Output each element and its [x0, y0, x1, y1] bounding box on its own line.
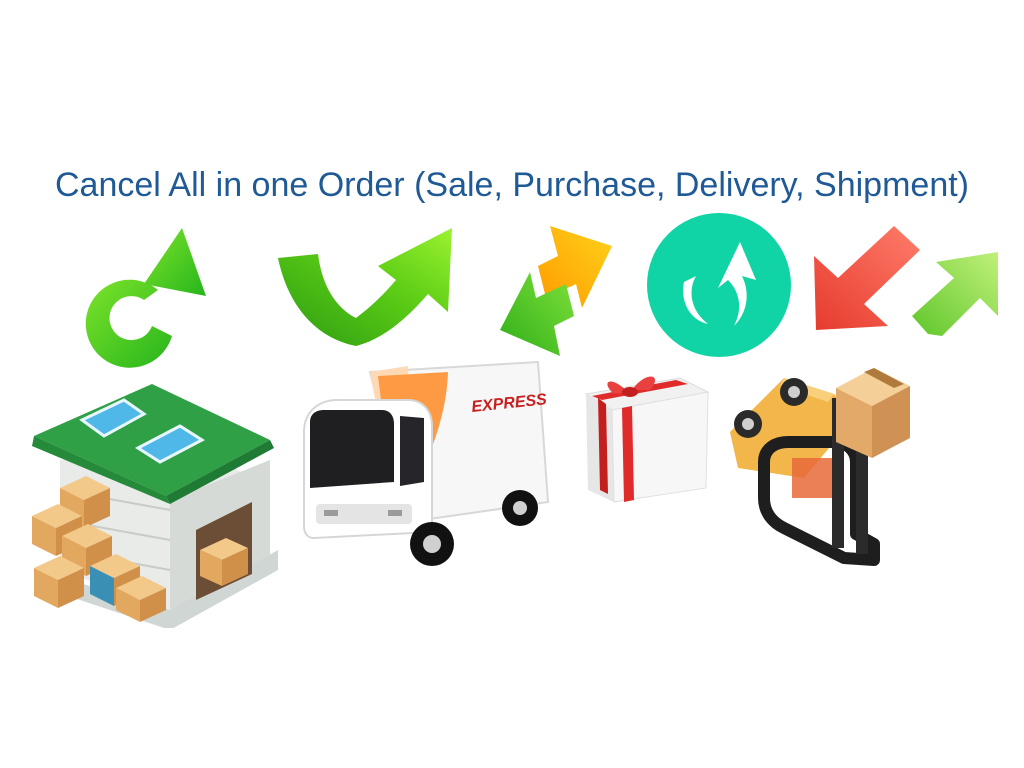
exchange-arrows-icon	[500, 226, 612, 356]
curved-up-arrow-icon	[278, 228, 452, 346]
up-right-arrow-icon	[912, 252, 998, 336]
forklift-icon	[730, 368, 910, 566]
delivery-truck-icon: EXPRESS	[303, 360, 550, 566]
circular-refresh-arrow-icon	[85, 228, 206, 368]
slide-canvas: Cancel All in one Order (Sale, Purchase,…	[0, 0, 1024, 768]
slide-title: Cancel All in one Order (Sale, Purchase,…	[55, 166, 969, 204]
warehouse-icon	[32, 384, 278, 628]
circular-undo-arrow-icon	[647, 213, 791, 357]
gift-box-icon	[584, 376, 710, 503]
down-left-arrow-icon	[814, 226, 920, 330]
